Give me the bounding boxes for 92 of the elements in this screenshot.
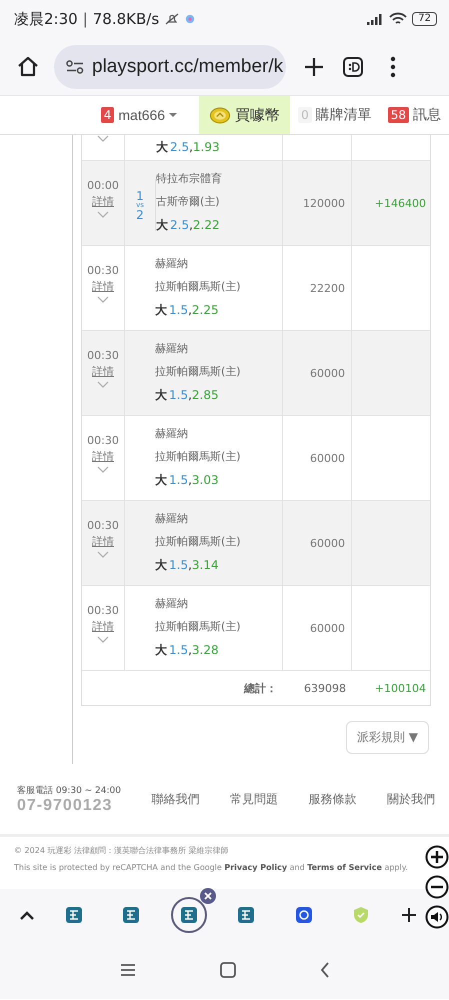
pick-text: 大 2.5,2.22 xyxy=(156,217,221,233)
wifi-icon xyxy=(389,12,408,26)
footer-link[interactable]: 服務條款 xyxy=(308,790,356,808)
user-menu[interactable]: 4 mat666 xyxy=(92,96,186,134)
cart-label: 購牌清單 xyxy=(316,106,372,124)
detail-link[interactable]: 詳情 xyxy=(92,534,114,549)
team-name: 赫羅納 xyxy=(155,511,189,527)
match-time: 00:30 xyxy=(87,519,119,532)
menu-icon[interactable] xyxy=(390,56,396,78)
team-name: 赫羅納 xyxy=(155,596,189,612)
back-icon[interactable] xyxy=(320,962,330,978)
match-time: 00:00 xyxy=(87,179,119,192)
favicon-icon xyxy=(180,906,198,924)
detail-link[interactable]: 詳情 xyxy=(92,364,114,379)
phone-number: 07-9700123 xyxy=(17,796,114,814)
home-button-icon[interactable] xyxy=(220,962,236,978)
cart-link[interactable]: 0 購牌清單 xyxy=(290,96,380,134)
pick-text: 大 1.5,2.85 xyxy=(155,387,220,403)
caret-icon xyxy=(169,112,178,118)
team-name: 拉斯帕爾馬斯(主) xyxy=(155,364,241,380)
match-time: 00:30 xyxy=(87,434,119,447)
team-name: 拉斯帕爾馬斯(主) xyxy=(155,619,241,635)
pick-text: 大 1.5,2.25 xyxy=(155,302,220,318)
detail-link[interactable]: 詳情 xyxy=(92,279,114,294)
separator-glyph: | xyxy=(82,10,88,28)
pick-text: 大 2.5,1.93 xyxy=(156,139,220,156)
messages-link[interactable]: 58 訊息 xyxy=(380,96,449,134)
chevron-up-icon[interactable] xyxy=(20,910,34,920)
new-tab-icon[interactable] xyxy=(400,907,417,923)
clock-time: 凌晨2:30 xyxy=(14,10,78,28)
favicon-icon xyxy=(352,906,370,924)
match-time: 00:30 xyxy=(87,604,119,617)
team-name: 赫羅納 xyxy=(155,256,189,272)
recaptcha-notice: This site is protected by reCAPTCHA and the Google Privacy Policy and Terms of Service apply. xyxy=(14,863,409,872)
battery-indicator: 72 xyxy=(412,12,437,26)
team-name: 特拉布宗體育 xyxy=(156,171,222,187)
team-name: 拉斯帕爾馬斯(主) xyxy=(155,534,241,550)
favicon-icon xyxy=(294,906,313,924)
address-bar[interactable]: playsport.cc/member/k xyxy=(54,44,286,88)
total-label: 總計： xyxy=(242,680,277,696)
favicon-icon xyxy=(237,906,256,924)
tab-switcher-icon[interactable] xyxy=(342,56,364,78)
detail-link[interactable]: 詳情 xyxy=(92,619,114,634)
footer-link[interactable]: 聯絡我們 xyxy=(152,790,200,808)
network-speed: 78.8KB/s xyxy=(92,10,160,28)
bet-amount: 60000 xyxy=(310,622,345,634)
bet-amount: 60000 xyxy=(310,536,345,550)
payout-amount: +146400 xyxy=(374,196,426,210)
team-name: 赫羅納 xyxy=(155,341,189,357)
coin-icon xyxy=(209,106,232,124)
zoom-in-icon[interactable] xyxy=(425,845,449,869)
pick-text: 大 1.5,3.14 xyxy=(155,557,220,573)
pick-text: 大 1.5,3.03 xyxy=(155,472,220,488)
bet-amount: 60000 xyxy=(310,366,345,380)
total-amount: 639098 xyxy=(303,682,346,694)
hotline-label: 客服電話 09:30 ~ 24:00 xyxy=(17,784,121,796)
team-name: 古斯帝爾(主) xyxy=(156,194,221,210)
payout-rules-button[interactable]: 派彩規則 ▼ xyxy=(346,721,429,754)
bell-off-icon xyxy=(164,11,180,27)
footer-link[interactable]: 常見問題 xyxy=(230,790,278,808)
buy-coins-label: 買噱幣 xyxy=(235,106,280,124)
plus-icon[interactable] xyxy=(304,56,324,76)
message-count: 58 xyxy=(388,107,409,123)
close-icon[interactable] xyxy=(200,888,216,904)
detail-link[interactable]: 詳情 xyxy=(92,194,114,209)
team-name: 赫羅納 xyxy=(155,426,189,442)
footer-link[interactable]: 關於我們 xyxy=(387,790,435,808)
copyright-text: © 2024 玩運彩 法律顧問：漢英聯合法律事務所 梁維宗律師 xyxy=(14,845,230,856)
bet-amount: 60000 xyxy=(310,452,345,464)
zoom-out-icon[interactable] xyxy=(425,875,449,899)
username: mat666 xyxy=(118,107,166,123)
signal-icon xyxy=(366,13,384,25)
messages-label: 訊息 xyxy=(413,106,441,124)
favicon-icon xyxy=(64,906,83,924)
url-text: playsport.cc/member/k xyxy=(92,56,284,78)
bet-amount: 22200 xyxy=(310,282,345,294)
app-notification-icon xyxy=(185,14,196,24)
recents-icon[interactable] xyxy=(120,963,136,977)
home-icon[interactable] xyxy=(16,54,40,78)
total-payout: +100104 xyxy=(374,682,427,694)
favicon-icon xyxy=(122,906,140,924)
pick-text: 大 1.5,3.28 xyxy=(155,642,220,658)
bet-amount: 120000 xyxy=(303,196,345,210)
match-time: 00:30 xyxy=(87,264,119,277)
buy-coins-button[interactable]: 買噱幣 xyxy=(199,96,290,134)
team-name: 拉斯帕爾馬斯(主) xyxy=(155,279,241,295)
match-time: 00:30 xyxy=(87,349,119,362)
cart-count: 0 xyxy=(298,107,312,123)
team-name: 拉斯帕爾馬斯(主) xyxy=(155,449,241,465)
detail-link[interactable]: 詳情 xyxy=(92,449,114,464)
notification-badge: 4 xyxy=(100,107,114,123)
site-settings-icon xyxy=(66,60,84,74)
